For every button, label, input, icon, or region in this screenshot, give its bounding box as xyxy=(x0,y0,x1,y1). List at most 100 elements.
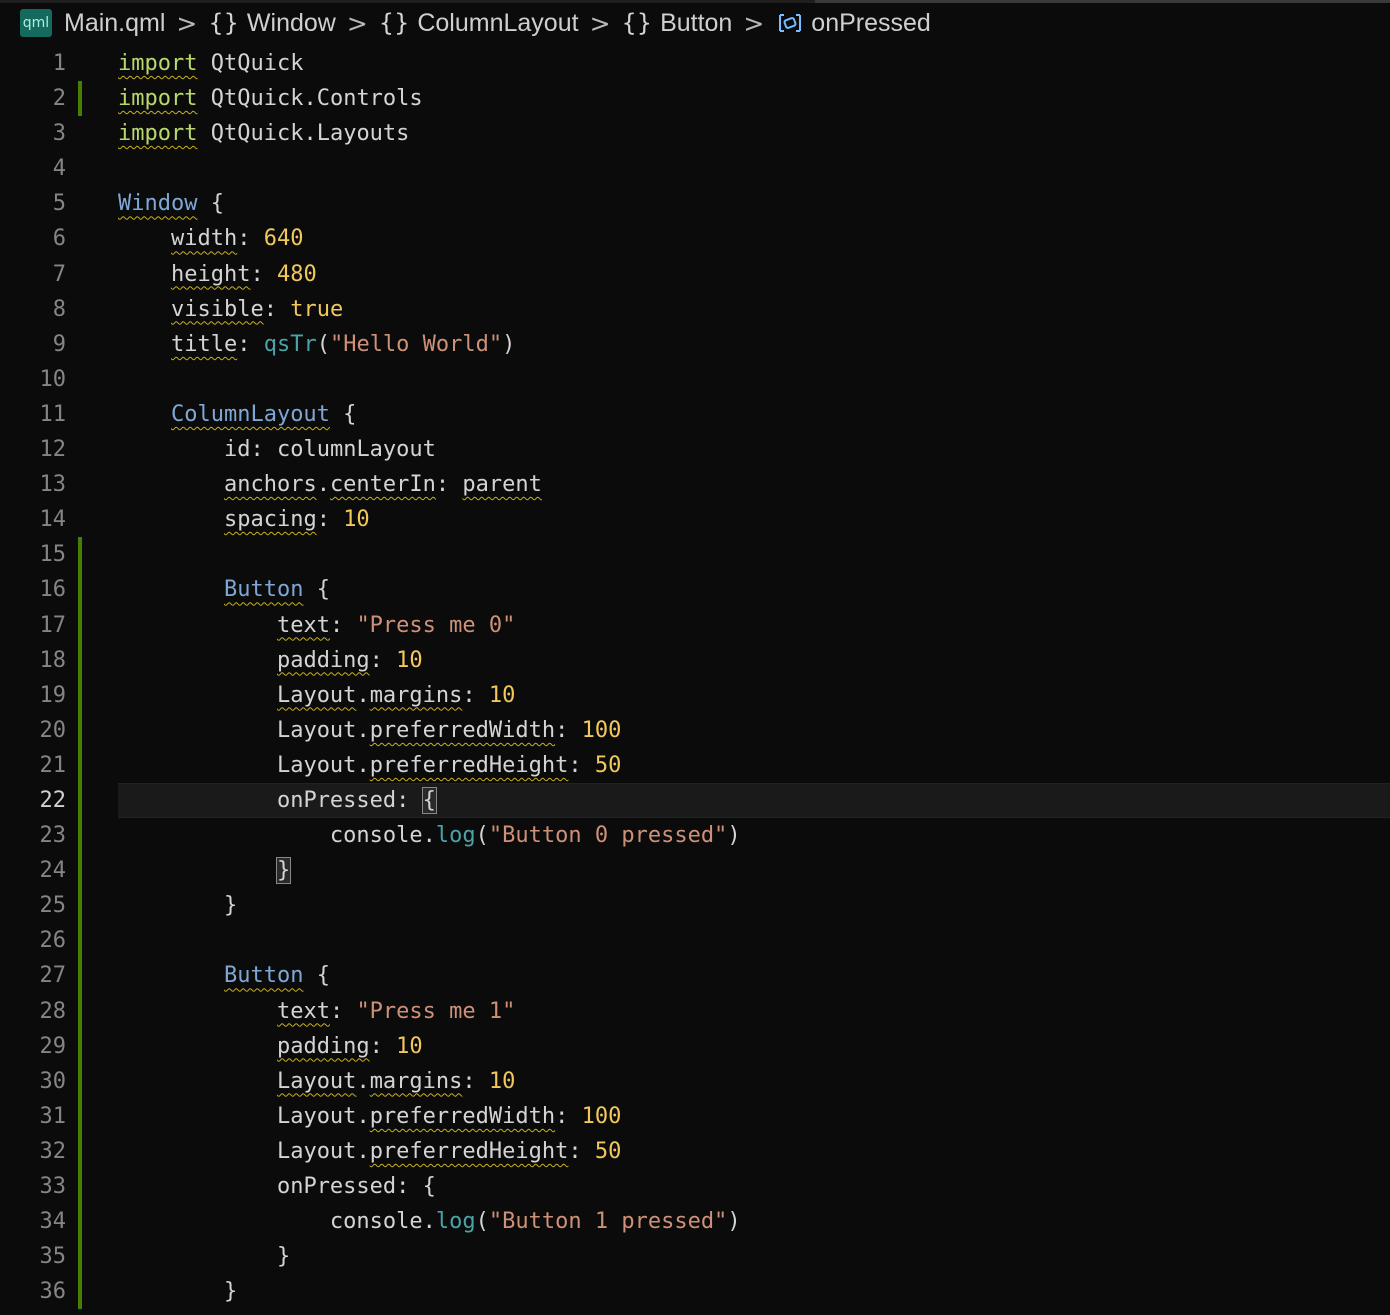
gutter-change-marker xyxy=(78,467,82,502)
code-line[interactable]: 6 width: 640 xyxy=(0,221,1390,256)
line-number: 11 xyxy=(39,401,67,427)
breadcrumb-button-label: Button xyxy=(660,8,733,37)
line-number: 25 xyxy=(39,893,67,919)
gutter-change-marker xyxy=(78,818,82,854)
code-text: Layout.preferredWidth: 100 xyxy=(276,1103,622,1129)
line-number: 9 xyxy=(52,331,66,357)
code-text: Layout.margins: 10 xyxy=(276,682,516,708)
line-number: 6 xyxy=(52,226,66,252)
gutter-change-marker xyxy=(78,853,82,889)
code-line[interactable]: 28 text: "Press me 1" xyxy=(0,993,1390,1029)
code-line[interactable]: 33 onPressed: { xyxy=(0,1169,1390,1205)
code-line[interactable]: 24 } xyxy=(0,853,1390,889)
line-number: 26 xyxy=(39,928,67,954)
gutter-change-marker xyxy=(78,221,82,256)
code-line[interactable]: 3 import QtQuick.Layouts xyxy=(0,116,1390,151)
gutter-change-marker xyxy=(78,81,82,117)
code-text: Layout.preferredHeight: 50 xyxy=(276,1138,622,1164)
code-line[interactable]: 21 Layout.preferredHeight: 50 xyxy=(0,747,1390,783)
code-line[interactable]: 32 Layout.preferredHeight: 50 xyxy=(0,1133,1390,1169)
code-line[interactable]: 15 xyxy=(0,537,1390,573)
breadcrumb-columnlayout[interactable]: {} ColumnLayout xyxy=(379,9,579,38)
gutter-change-marker xyxy=(78,186,82,221)
code-line[interactable]: 34 console.log("Button 1 pressed") xyxy=(0,1204,1390,1240)
code-text: width: 640 xyxy=(170,226,304,252)
gutter-change-marker xyxy=(78,1028,82,1064)
code-text: console.log("Button 0 pressed") xyxy=(329,823,741,849)
code-line[interactable]: 30 Layout.margins: 10 xyxy=(0,1063,1390,1099)
line-number: 32 xyxy=(39,1138,67,1164)
line-number: 24 xyxy=(39,858,67,884)
line-number: 7 xyxy=(52,261,66,287)
braces-icon: {} xyxy=(208,9,239,37)
line-number: 10 xyxy=(39,366,67,392)
code-line[interactable]: 29 padding: 10 xyxy=(0,1028,1390,1064)
code-line[interactable]: 5 Window { xyxy=(0,186,1390,221)
code-line[interactable]: 22 onPressed: { xyxy=(0,782,1390,819)
code-line[interactable]: 4 xyxy=(0,151,1390,186)
line-number: 34 xyxy=(39,1209,67,1235)
gutter-change-marker xyxy=(78,1063,82,1099)
code-text: padding: 10 xyxy=(276,1033,423,1059)
code-line[interactable]: 10 xyxy=(0,362,1390,397)
line-number: 28 xyxy=(39,998,67,1024)
breadcrumb-file[interactable]: Main.qml xyxy=(64,9,165,38)
code-line[interactable]: 8 visible: true xyxy=(0,292,1390,327)
code-line[interactable]: 25 } xyxy=(0,888,1390,924)
code-line[interactable]: 1 import QtQuick xyxy=(0,46,1390,81)
code-line[interactable]: 23 console.log("Button 0 pressed") xyxy=(0,818,1390,854)
code-line[interactable]: 31 Layout.preferredWidth: 100 xyxy=(0,1098,1390,1134)
code-line[interactable]: 26 xyxy=(0,923,1390,959)
code-line[interactable]: 12 id: columnLayout xyxy=(0,432,1390,467)
code-line[interactable]: 9 title: qsTr("Hello World") xyxy=(0,327,1390,362)
line-number: 1 xyxy=(52,51,66,76)
code-line[interactable]: 11 ColumnLayout { xyxy=(0,397,1390,432)
code-text: height: 480 xyxy=(170,261,317,287)
code-line[interactable]: 36 } xyxy=(0,1274,1390,1310)
code-text: onPressed: { xyxy=(276,1174,436,1199)
code-line[interactable]: 19 Layout.margins: 10 xyxy=(0,677,1390,713)
code-text: import QtQuick.Controls xyxy=(118,86,423,112)
code-text: visible: true xyxy=(170,296,344,322)
breadcrumb-window[interactable]: {} Window xyxy=(208,9,335,38)
gutter-change-marker xyxy=(78,46,82,81)
gutter-change-marker xyxy=(78,362,82,397)
code-line[interactable]: 18 padding: 10 xyxy=(0,642,1390,678)
line-number: 8 xyxy=(52,296,66,322)
gutter-change-marker xyxy=(78,1239,82,1275)
gutter-change-marker xyxy=(78,432,82,467)
breadcrumb-onpressed[interactable]: onPressed xyxy=(775,9,931,38)
code-line[interactable]: 13 anchors.centerIn: parent xyxy=(0,467,1390,502)
line-number: 22 xyxy=(39,787,67,813)
chevron-right-icon: > xyxy=(743,8,765,38)
code-text: import QtQuick.Layouts xyxy=(118,121,410,147)
gutter-change-marker xyxy=(78,327,82,362)
line-number: 21 xyxy=(39,752,67,778)
code-line[interactable]: 2 import QtQuick.Controls xyxy=(0,81,1390,117)
code-line[interactable]: 35 } xyxy=(0,1239,1390,1275)
breadcrumb-button[interactable]: {} Button xyxy=(622,9,733,38)
code-line[interactable]: 16 Button { xyxy=(0,572,1390,608)
code-line[interactable]: 7 height: 480 xyxy=(0,257,1390,292)
code-text: Layout.margins: 10 xyxy=(276,1068,516,1094)
code-text: title: qsTr("Hello World") xyxy=(170,331,516,357)
code-text: text: "Press me 1" xyxy=(276,998,516,1024)
code-line[interactable]: 17 text: "Press me 0" xyxy=(0,607,1390,643)
code-text: } xyxy=(118,1244,291,1270)
line-number: 18 xyxy=(39,647,67,673)
code-editor[interactable]: 1 import QtQuick 2 import QtQuick.Controls 3… xyxy=(0,46,1390,1310)
line-number: 20 xyxy=(39,717,67,743)
code-text: console.log("Button 1 pressed") xyxy=(329,1209,741,1235)
line-number: 30 xyxy=(39,1068,67,1094)
code-line[interactable]: 20 Layout.preferredWidth: 100 xyxy=(0,712,1390,748)
gutter-change-marker xyxy=(78,607,82,643)
line-number: 31 xyxy=(39,1103,67,1129)
code-text: } xyxy=(118,853,292,888)
code-text: spacing: 10 xyxy=(223,507,370,533)
gutter-change-marker xyxy=(78,151,82,186)
gutter-change-marker xyxy=(78,537,82,573)
code-line[interactable]: 14 spacing: 10 xyxy=(0,502,1390,537)
code-line[interactable]: 27 Button { xyxy=(0,958,1390,994)
code-text: Button { xyxy=(223,963,330,989)
code-text: import QtQuick xyxy=(118,51,304,76)
